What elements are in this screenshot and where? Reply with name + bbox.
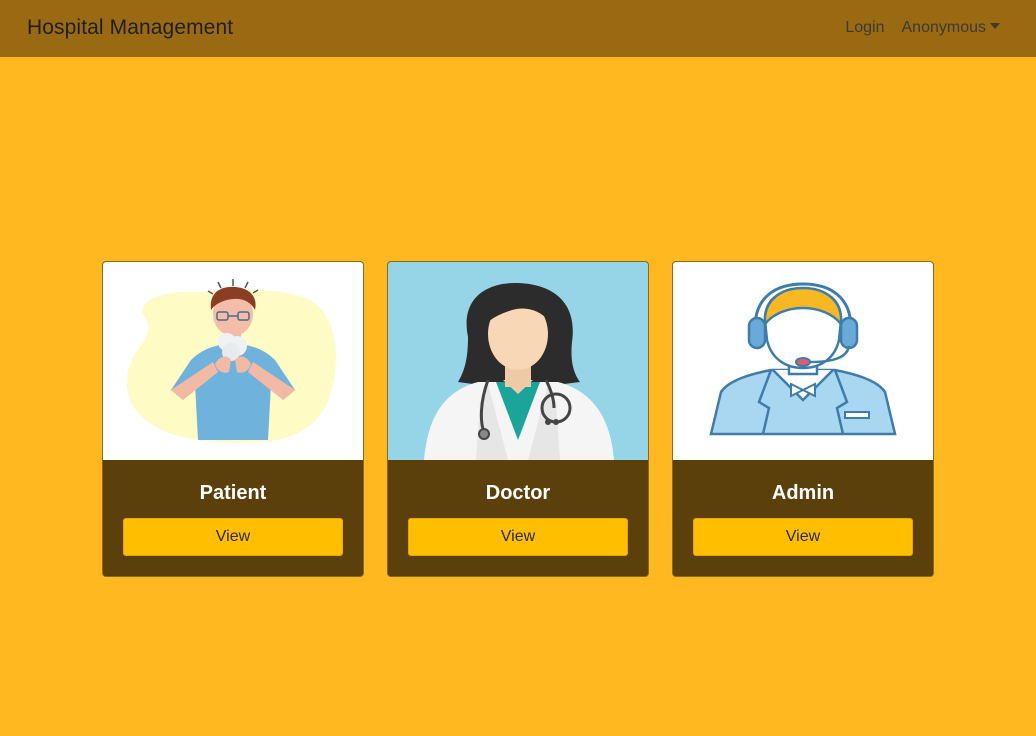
user-dropdown[interactable]: Anonymous [901, 19, 1000, 37]
patient-card-body: Patient View [103, 460, 363, 576]
view-doctor-button[interactable]: View [408, 518, 628, 556]
doctor-card: Doctor View [387, 261, 649, 577]
navbar-right-menu: Login Anonymous [845, 19, 1000, 37]
role-cards: Patient View Doctor View Admin View [102, 261, 934, 577]
caret-down-icon [990, 23, 1000, 29]
patient-card-title: Patient [199, 482, 267, 504]
admin-card-body: Admin View [673, 460, 933, 576]
patient-card: Patient View [102, 261, 364, 577]
login-link[interactable]: Login [845, 19, 884, 37]
admin-illustration [673, 262, 933, 460]
view-admin-button[interactable]: View [693, 518, 913, 556]
doctor-illustration [388, 262, 648, 460]
patient-illustration [103, 262, 363, 460]
view-patient-button[interactable]: View [123, 518, 343, 556]
brand-link[interactable]: Hospital Management [27, 16, 233, 40]
doctor-card-body: Doctor View [388, 460, 648, 576]
doctor-card-title: Doctor [485, 482, 551, 504]
top-navbar: Hospital Management Login Anonymous [0, 0, 1036, 57]
admin-card-title: Admin [771, 482, 835, 504]
user-dropdown-label: Anonymous [901, 19, 987, 36]
admin-card: Admin View [672, 261, 934, 577]
